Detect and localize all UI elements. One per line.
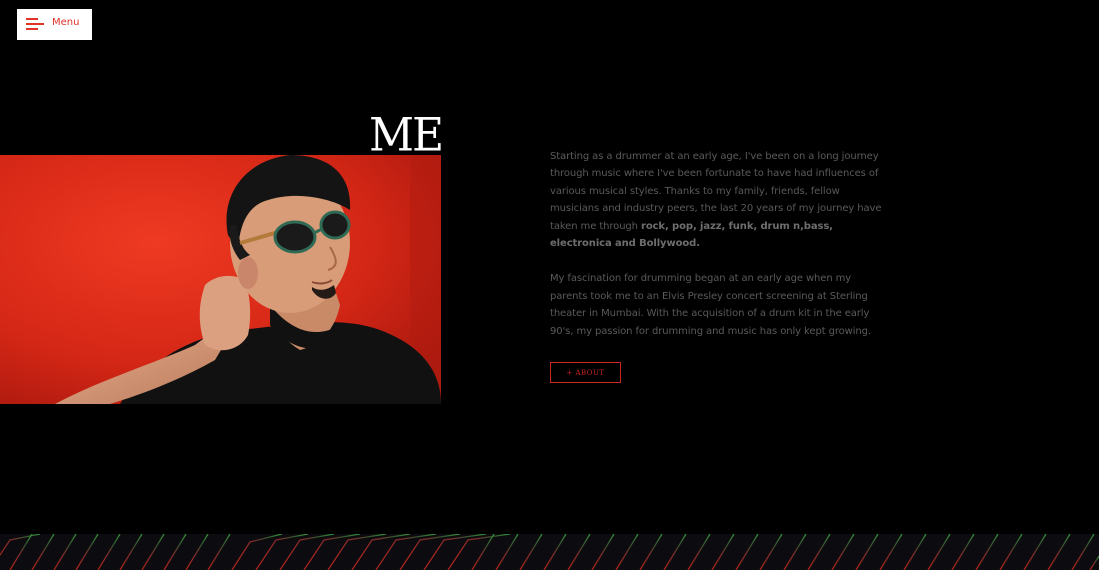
about-button[interactable]: + ABOUT: [550, 362, 621, 383]
section-heading: ME: [369, 108, 444, 163]
bio-paragraph-1-text: Starting as a drummer at an early age, I…: [550, 151, 882, 232]
diagonal-lines-pattern: [0, 533, 1099, 570]
page: Menu ME Starting as a drummer at an earl…: [0, 0, 1099, 570]
hamburger-icon: [26, 18, 44, 30]
portrait-photo: [0, 155, 441, 404]
bio-text: Starting as a drummer at an early age, I…: [550, 148, 890, 358]
bio-paragraph-1: Starting as a drummer at an early age, I…: [550, 148, 890, 252]
footer-decorative-band: [0, 533, 1099, 570]
menu-label: Menu: [52, 17, 80, 28]
menu-button[interactable]: Menu: [17, 9, 92, 40]
bio-paragraph-2: My fascination for drumming began at an …: [550, 273, 871, 337]
